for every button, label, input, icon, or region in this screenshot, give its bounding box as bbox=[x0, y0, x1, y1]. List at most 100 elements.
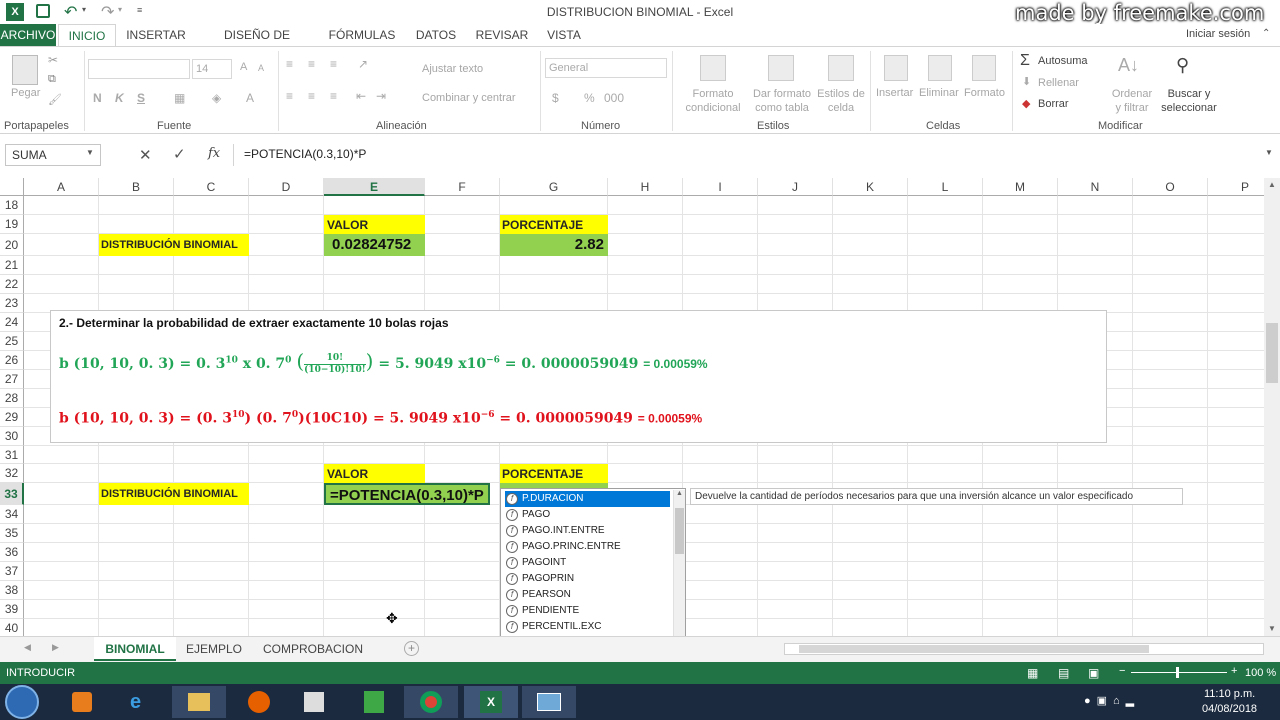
autosum-icon[interactable]: Σ bbox=[1020, 52, 1030, 70]
wrap-text-button[interactable]: Ajustar texto bbox=[422, 63, 483, 75]
indent-decrease-icon[interactable]: ⇤ bbox=[356, 89, 366, 103]
eraser-icon[interactable]: ◆ bbox=[1022, 97, 1030, 110]
zoom-out-icon[interactable]: − bbox=[1119, 665, 1125, 677]
tab-revisar[interactable]: REVISAR bbox=[472, 24, 532, 46]
horizontal-scrollbar[interactable] bbox=[784, 643, 1264, 655]
currency-icon[interactable]: $ bbox=[552, 91, 559, 105]
tab-formulas[interactable]: FÓRMULAS bbox=[326, 24, 398, 46]
tab-datos[interactable]: DATOS bbox=[410, 24, 462, 46]
font-grow-icon[interactable]: A bbox=[240, 61, 247, 73]
view-normal-icon[interactable]: ▦ bbox=[1027, 666, 1038, 680]
taskbar-excel-icon[interactable]: X bbox=[464, 686, 518, 718]
row-header-25[interactable]: 25 bbox=[0, 332, 24, 351]
scroll-thumb[interactable] bbox=[1266, 323, 1278, 383]
column-header-h[interactable]: H bbox=[608, 178, 683, 196]
bold-icon[interactable]: N bbox=[93, 91, 102, 105]
autocomplete-item[interactable]: f PAGO bbox=[505, 507, 670, 523]
comma-icon[interactable]: 000 bbox=[604, 91, 624, 105]
percent-icon[interactable]: % bbox=[584, 91, 595, 105]
tab-insertar[interactable]: INSERTAR bbox=[124, 24, 188, 46]
row-header-27[interactable]: 27 bbox=[0, 370, 24, 389]
confirm-entry-icon[interactable]: ✓ bbox=[173, 145, 186, 163]
scroll-down-icon[interactable]: ▼ bbox=[1268, 624, 1276, 633]
autocomplete-item[interactable]: f PAGOPRIN bbox=[505, 571, 670, 587]
merge-center-button[interactable]: Combinar y centrar bbox=[422, 92, 516, 104]
expand-formula-bar-icon[interactable]: ▼ bbox=[1265, 148, 1273, 157]
column-header-a[interactable]: A bbox=[24, 178, 99, 196]
sort-filter-button[interactable]: Ordenar y filtrar bbox=[1108, 87, 1156, 115]
taskbar-window-icon[interactable] bbox=[522, 686, 576, 718]
tab-vista[interactable]: VISTA bbox=[540, 24, 588, 46]
taskbar-app-icon[interactable] bbox=[288, 686, 342, 718]
cell-e32[interactable]: VALOR bbox=[324, 464, 425, 483]
column-header-e[interactable]: E bbox=[324, 178, 425, 196]
row-header-19[interactable]: 19 bbox=[0, 215, 24, 234]
row-header-29[interactable]: 29 bbox=[0, 408, 24, 427]
autocomplete-item[interactable]: f PERCENTIL.EXC bbox=[505, 619, 670, 635]
column-header-k[interactable]: K bbox=[833, 178, 908, 196]
name-box-dropdown-icon[interactable]: ▼ bbox=[86, 148, 94, 157]
copy-icon[interactable]: ⧉ bbox=[48, 73, 56, 86]
taskbar-chrome-icon[interactable] bbox=[404, 686, 458, 718]
scroll-up-icon[interactable]: ▲ bbox=[1268, 180, 1276, 189]
row-header-22[interactable]: 22 bbox=[0, 275, 24, 294]
orientation-icon[interactable]: ↗ bbox=[358, 57, 368, 71]
start-button-icon[interactable] bbox=[5, 685, 39, 719]
autocomplete-scroll-up-icon[interactable]: ▲ bbox=[676, 490, 683, 497]
format-painter-icon[interactable]: 🖌 bbox=[48, 93, 62, 106]
clock-time[interactable]: 11:10 p.m. bbox=[1204, 688, 1255, 700]
row-header-18[interactable]: 18 bbox=[0, 196, 24, 215]
horizontal-scroll-thumb[interactable] bbox=[799, 645, 1149, 653]
autocomplete-item[interactable]: f PEARSON bbox=[505, 587, 670, 603]
autocomplete-item[interactable]: f PAGO.PRINC.ENTRE bbox=[505, 539, 670, 555]
row-header-30[interactable]: 30 bbox=[0, 427, 24, 446]
row-header-35[interactable]: 35 bbox=[0, 524, 24, 543]
cell-styles-button[interactable]: Estilos de celda bbox=[816, 87, 866, 115]
redo-icon[interactable]: ↷ bbox=[101, 2, 114, 22]
align-middle-icon[interactable]: ≡ bbox=[308, 57, 315, 71]
number-format-box[interactable]: General bbox=[545, 58, 667, 78]
column-header-o[interactable]: O bbox=[1133, 178, 1208, 196]
align-top-icon[interactable]: ≡ bbox=[286, 57, 293, 71]
conditional-format-button[interactable]: Formato condicional bbox=[678, 87, 748, 115]
autocomplete-item[interactable]: f P.DURACION bbox=[505, 491, 670, 507]
autosum-button[interactable]: Autosuma bbox=[1038, 55, 1088, 67]
row-header-28[interactable]: 28 bbox=[0, 389, 24, 408]
row-header-26[interactable]: 26 bbox=[0, 351, 24, 370]
zoom-level[interactable]: 100 % bbox=[1245, 667, 1276, 679]
zoom-in-icon[interactable]: + bbox=[1231, 665, 1237, 677]
column-header-c[interactable]: C bbox=[174, 178, 249, 196]
row-header-21[interactable]: 21 bbox=[0, 256, 24, 275]
row-header-39[interactable]: 39 bbox=[0, 600, 24, 619]
cell-e19[interactable]: VALOR bbox=[324, 215, 425, 234]
select-all-corner[interactable] bbox=[0, 178, 24, 196]
font-shrink-icon[interactable]: A bbox=[258, 63, 264, 73]
sheet-prev-icon[interactable]: ◀ bbox=[24, 642, 31, 653]
taskbar-internet-explorer-icon[interactable]: e bbox=[116, 686, 170, 718]
column-header-p[interactable]: P bbox=[1208, 178, 1264, 196]
formula-input[interactable]: =POTENCIA(0.3,10)*P bbox=[233, 144, 1263, 166]
vertical-scrollbar[interactable]: ▲ ▼ bbox=[1264, 178, 1280, 636]
zoom-slider[interactable] bbox=[1131, 672, 1227, 673]
fill-color-icon[interactable]: ◈ bbox=[212, 91, 221, 105]
row-header-32[interactable]: 32 bbox=[0, 464, 24, 483]
sheet-tab-ejemplo[interactable]: EJEMPLO bbox=[176, 637, 252, 661]
column-header-m[interactable]: M bbox=[983, 178, 1058, 196]
clear-button[interactable]: Borrar bbox=[1038, 98, 1069, 110]
row-header-36[interactable]: 36 bbox=[0, 543, 24, 562]
tab-archivo[interactable]: ARCHIVO bbox=[0, 24, 56, 46]
cut-icon[interactable]: ✂ bbox=[48, 53, 58, 67]
find-select-button[interactable]: Buscar y seleccionar bbox=[1156, 87, 1222, 115]
equation-textbox[interactable]: 2.- Determinar la probabilidad de extrae… bbox=[50, 310, 1107, 443]
taskbar-media-player-icon[interactable] bbox=[56, 686, 110, 718]
font-color-icon[interactable]: A bbox=[246, 91, 254, 105]
column-header-g[interactable]: G bbox=[500, 178, 608, 196]
column-header-b[interactable]: B bbox=[99, 178, 174, 196]
autocomplete-item[interactable]: f PENDIENTE bbox=[505, 603, 670, 619]
cell-g19[interactable]: PORCENTAJE bbox=[500, 215, 608, 234]
cancel-entry-icon[interactable]: ✕ bbox=[139, 146, 152, 164]
row-header-20[interactable]: 20 bbox=[0, 234, 24, 256]
cell-b20[interactable]: DISTRIBUCIÓN BINOMIAL bbox=[99, 234, 249, 256]
align-left-icon[interactable]: ≡ bbox=[286, 89, 293, 103]
format-cells-button[interactable]: Formato bbox=[964, 87, 1005, 99]
